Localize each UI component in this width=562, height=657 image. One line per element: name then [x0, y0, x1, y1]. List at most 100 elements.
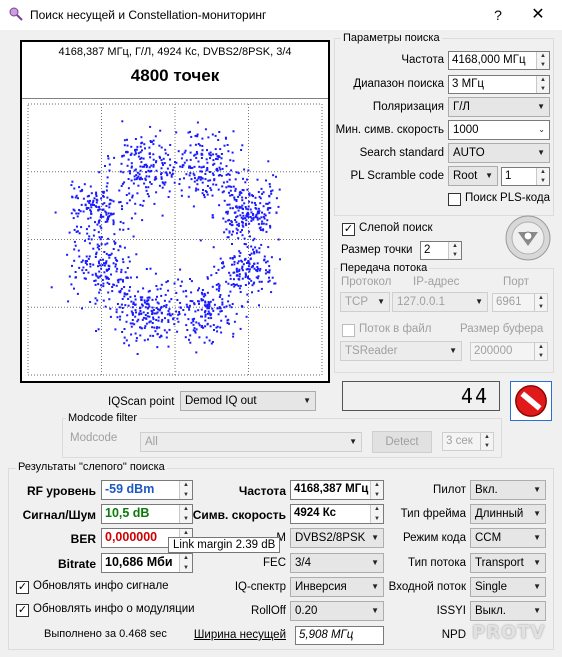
range-spinner[interactable] — [536, 76, 549, 93]
constellation-point — [149, 334, 152, 337]
to-file-checkbox[interactable] — [342, 324, 355, 337]
constellation-point — [136, 276, 138, 279]
buffer-input[interactable]: 200000 — [470, 342, 548, 361]
modulation-select[interactable]: DVBS2/8PSK ▼ — [290, 528, 384, 548]
constellation-plot — [22, 98, 328, 376]
constellation-point — [216, 155, 219, 158]
frame-type-select[interactable]: Длинный ▼ — [470, 504, 546, 524]
constellation-point — [133, 178, 136, 181]
pls-search-checkbox[interactable] — [448, 193, 461, 206]
constellation-point — [71, 264, 73, 267]
rf-level-spinner[interactable] — [179, 481, 192, 499]
constellation-point — [88, 225, 91, 228]
constellation-point — [248, 200, 251, 203]
constellation-point — [126, 164, 129, 167]
pl-scramble-spinner[interactable] — [536, 168, 549, 185]
constellation-point — [92, 263, 95, 266]
fec-select[interactable]: 3/4 ▼ — [290, 553, 384, 573]
detect-button[interactable]: Detect — [372, 431, 432, 453]
constellation-point — [134, 138, 137, 140]
point-size-input[interactable]: 2 — [420, 241, 462, 260]
constellation-point — [116, 316, 119, 319]
constellation-point — [246, 300, 249, 303]
bitrate-spinner[interactable] — [179, 554, 192, 572]
constellation-point — [231, 303, 234, 305]
constellation-point — [165, 281, 168, 284]
constellation-point — [108, 256, 111, 259]
port-spinner[interactable] — [534, 294, 547, 311]
iq-spectrum-select[interactable]: Инверсия ▼ — [290, 577, 384, 597]
polarization-select[interactable]: Г/Л ▼ — [448, 97, 550, 117]
code-mode-select[interactable]: CCM ▼ — [470, 528, 546, 548]
constellation-point — [197, 160, 200, 163]
constellation-point — [198, 302, 200, 305]
constellation-point — [241, 144, 244, 147]
iqscan-select[interactable]: Demod IQ out ▼ — [180, 391, 316, 411]
update-signal-checkbox[interactable]: ✓ — [16, 581, 29, 594]
bandwidth-label[interactable]: Ширина несущей — [186, 629, 286, 641]
constellation-point — [246, 246, 249, 248]
constellation-point — [125, 194, 128, 196]
pl-scramble-number-input[interactable]: 1 — [501, 167, 550, 186]
detect-time-spinner[interactable] — [480, 433, 493, 450]
stop-button[interactable] — [510, 381, 552, 421]
constellation-point — [252, 213, 254, 216]
chevron-down-icon: ▼ — [533, 485, 541, 494]
issyi-select[interactable]: Выкл. ▼ — [470, 601, 546, 621]
watermark-logo: PROTV — [472, 622, 556, 650]
frequency-input[interactable]: 4168,000 МГц — [448, 51, 550, 70]
constellation-point — [137, 175, 140, 178]
constellation-point — [196, 135, 199, 138]
constellation-point — [241, 267, 244, 270]
modcode-select[interactable]: All ▼ — [140, 432, 362, 452]
constellation-point — [127, 227, 130, 230]
constellation-point — [152, 334, 155, 337]
pl-scramble-select[interactable]: Root ▼ — [448, 166, 498, 186]
pilot-select[interactable]: Вкл. ▼ — [470, 480, 546, 500]
standard-select[interactable]: AUTO ▼ — [448, 143, 550, 163]
point-size-spinner[interactable] — [448, 242, 461, 259]
protocol-select[interactable]: TCP ▼ — [340, 292, 390, 312]
constellation-point — [270, 291, 273, 294]
constellation-point — [70, 184, 73, 187]
constellation-point — [219, 162, 222, 165]
constellation-point — [167, 321, 170, 323]
constellation-point — [142, 316, 145, 319]
constellation-point — [135, 337, 138, 340]
rolloff-select[interactable]: 0.20 ▼ — [290, 601, 384, 621]
constellation-point — [244, 276, 247, 279]
constellation-point — [259, 267, 262, 270]
range-input[interactable]: 3 МГц — [448, 75, 550, 94]
input-stream-select[interactable]: Single ▼ — [470, 577, 546, 597]
constellation-point — [213, 178, 216, 181]
constellation-point — [94, 221, 96, 224]
watermark-text: PROTV — [472, 622, 546, 643]
constellation-point — [190, 135, 193, 138]
constellation-point — [213, 303, 216, 306]
constellation-point — [160, 305, 163, 308]
ip-select[interactable]: 127.0.0.1 ▼ — [392, 292, 488, 312]
code-mode-label: Режим кода — [402, 532, 466, 544]
satellite-logo-icon[interactable] — [504, 214, 552, 262]
detect-time-input[interactable]: 3 сек — [442, 432, 494, 451]
pl-scramble-value: Root — [453, 170, 478, 182]
constellation-point — [228, 203, 231, 206]
update-mod-checkbox[interactable]: ✓ — [16, 604, 29, 617]
constellation-point — [269, 226, 272, 229]
frequency-spinner[interactable] — [536, 52, 549, 69]
blind-search-checkbox[interactable]: ✓ — [342, 223, 355, 236]
port-input[interactable]: 6961 — [492, 293, 548, 312]
constellation-point — [166, 173, 169, 176]
constellation-point — [189, 278, 191, 280]
constellation-point — [93, 280, 96, 282]
file-format-select[interactable]: TSReader ▼ — [340, 341, 462, 361]
constellation-point — [189, 167, 192, 169]
constellation-point — [132, 182, 135, 185]
help-button[interactable]: ? — [478, 3, 518, 27]
buffer-spinner[interactable] — [534, 343, 547, 360]
min-symrate-select[interactable]: 1000 ⌄ — [448, 120, 550, 140]
constellation-point — [248, 194, 251, 197]
close-button[interactable]: ✕ — [518, 3, 558, 27]
constellation-point — [70, 283, 73, 286]
stream-type-select[interactable]: Transport ▼ — [470, 553, 546, 573]
